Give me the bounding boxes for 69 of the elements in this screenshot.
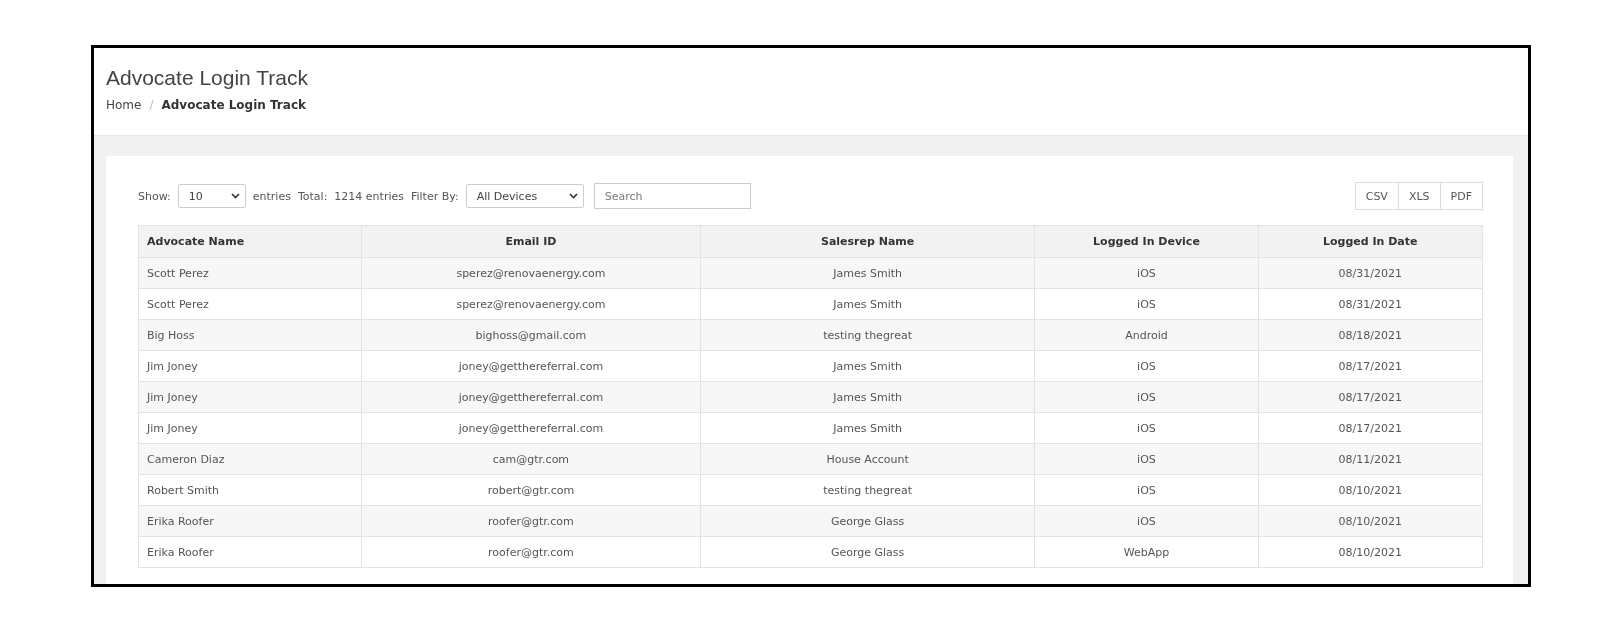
breadcrumb-link[interactable]: Home [106, 98, 142, 112]
entries-label: entries [252, 189, 291, 203]
table-cell: joney@getthereferral.com [361, 350, 701, 382]
column-header[interactable]: Advocate Name [138, 225, 362, 258]
device-filter-select[interactable]: All Devices [465, 184, 584, 208]
table-cell: iOS [1034, 443, 1258, 475]
table-cell: Jim Joney [138, 412, 362, 444]
chevron-down-icon [568, 193, 578, 199]
table-cell: Robert Smith [138, 474, 362, 506]
table-cell: testing thegreat [700, 474, 1035, 506]
table-cell: 08/17/2021 [1258, 350, 1483, 382]
column-header[interactable]: Salesrep Name [700, 225, 1035, 258]
table-cell: iOS [1034, 381, 1258, 413]
show-label: Show: [138, 189, 171, 203]
table-cell: roofer@gtr.com [361, 536, 701, 568]
page-size-select[interactable]: 10 [177, 184, 246, 208]
table-cell: House Account [700, 443, 1035, 475]
search-field[interactable]: Search [593, 183, 751, 209]
table-cell: Jim Joney [138, 350, 362, 382]
table-cell: Scott Perez [138, 288, 362, 320]
page-title: Advocate Login Track [106, 66, 309, 90]
table-cell: 08/17/2021 [1258, 412, 1483, 444]
table-cell: sperez@renovaenergy.com [361, 288, 701, 320]
table-cell: James Smith [700, 381, 1035, 413]
breadcrumb-separator: / [149, 98, 154, 112]
column-header[interactable]: Logged In Date [1258, 225, 1483, 258]
table-cell: iOS [1034, 257, 1258, 289]
table-cell: Android [1034, 319, 1258, 351]
table-cell: 08/10/2021 [1258, 474, 1483, 506]
table-cell: iOS [1034, 505, 1258, 537]
total-count: 1214 entries [334, 189, 404, 203]
table-cell: cam@gtr.com [361, 443, 701, 475]
table-cell: George Glass [700, 505, 1035, 537]
table-cell: James Smith [700, 412, 1035, 444]
table-cell: iOS [1034, 412, 1258, 444]
total-label: Total: [297, 189, 328, 203]
table-cell: joney@getthereferral.com [361, 412, 701, 444]
table-cell: robert@gtr.com [361, 474, 701, 506]
filter-label: Filter By: [410, 189, 459, 203]
table-cell: WebApp [1034, 536, 1258, 568]
table-cell: bighoss@gmail.com [361, 319, 701, 351]
table-cell: 08/31/2021 [1258, 288, 1483, 320]
table-cell: iOS [1034, 350, 1258, 382]
chevron-down-icon [230, 193, 240, 199]
table-cell: sperez@renovaenergy.com [361, 257, 701, 289]
column-header[interactable]: Logged In Device [1034, 225, 1258, 258]
table-cell: 08/31/2021 [1258, 257, 1483, 289]
table-cell: James Smith [700, 288, 1035, 320]
column-header[interactable]: Email ID [361, 225, 701, 258]
table-cell: 08/10/2021 [1258, 536, 1483, 568]
table-cell: Scott Perez [138, 257, 362, 289]
table-cell: iOS [1034, 474, 1258, 506]
table-cell: James Smith [700, 257, 1035, 289]
table-cell: Cameron Diaz [138, 443, 362, 475]
table-cell: roofer@gtr.com [361, 505, 701, 537]
breadcrumb-current: Advocate Login Track [161, 98, 306, 112]
table-cell: 08/17/2021 [1258, 381, 1483, 413]
table-cell: Erika Roofer [138, 505, 362, 537]
table-cell: 08/18/2021 [1258, 319, 1483, 351]
table-cell: George Glass [700, 536, 1035, 568]
table-cell: Jim Joney [138, 381, 362, 413]
table-cell: Big Hoss [138, 319, 362, 351]
table-cell: 08/11/2021 [1258, 443, 1483, 475]
table-cell: iOS [1034, 288, 1258, 320]
table-cell: James Smith [700, 350, 1035, 382]
table-cell: Erika Roofer [138, 536, 362, 568]
table-cell: testing thegreat [700, 319, 1035, 351]
table-cell: 08/10/2021 [1258, 505, 1483, 537]
table-cell: joney@getthereferral.com [361, 381, 701, 413]
